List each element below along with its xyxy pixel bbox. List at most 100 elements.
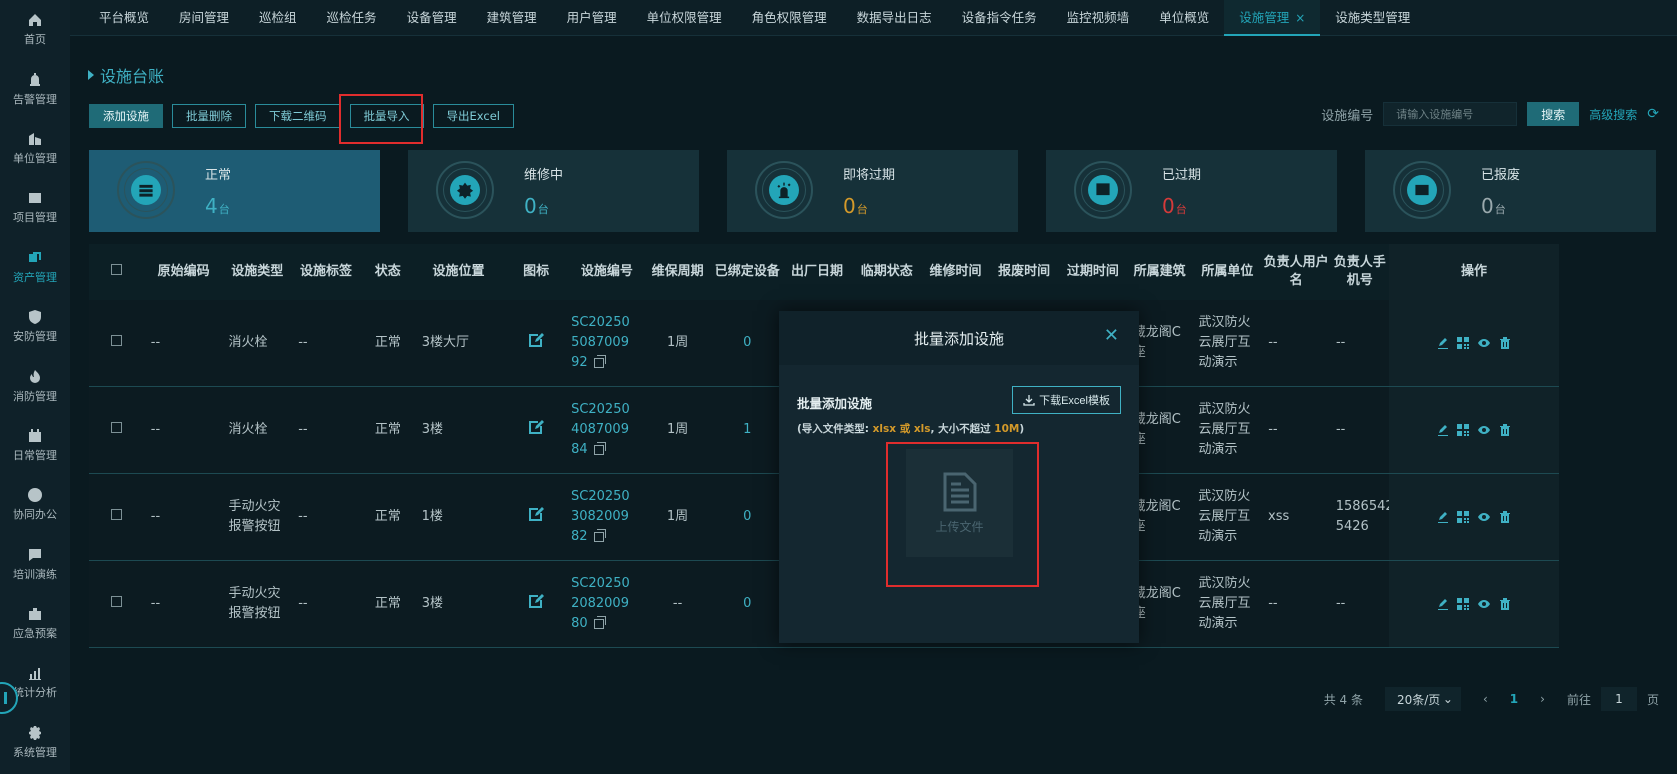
row-checkbox[interactable] [111,596,123,607]
select-all-cell [89,263,145,281]
stat-card-expiring[interactable]: 即将过期 0台 [727,150,1018,232]
location-cell: 1楼 [421,509,443,524]
edit-icon[interactable] [1437,598,1449,610]
tab-item[interactable]: 单位概览 [1144,0,1224,36]
edit-facility-icon[interactable] [527,505,545,523]
stat-expired-icon [1088,175,1118,205]
bound-device-cell[interactable]: 0 [712,333,782,353]
tab-item[interactable]: 设备管理 [392,0,472,36]
sidebar-item-calendar[interactable]: 日常管理 [0,416,70,475]
edit-facility-icon[interactable] [527,418,545,436]
copy-icon[interactable] [593,354,606,368]
tab-item[interactable]: 巡检任务 [312,0,392,36]
column-header: 维修时间 [929,264,982,279]
add-facility-button[interactable]: 添加设施 [89,104,163,128]
sidebar-item-shield[interactable]: 安防管理 [0,297,70,356]
row-checkbox[interactable] [111,422,123,433]
advanced-search-link[interactable]: 高级搜索 [1589,106,1637,123]
tab-item[interactable]: 设备指令任务 [947,0,1052,36]
download-qr-button[interactable]: 下载二维码 [255,104,341,128]
sidebar-item-label: 日常管理 [13,448,57,462]
tab-item[interactable]: 设施类型管理 [1320,0,1425,36]
sidebar-item-alarm[interactable]: 告警管理 [0,59,70,118]
select-all-checkbox[interactable] [111,264,123,275]
qrcode-icon[interactable] [1457,424,1469,436]
stat-icon-ring [1393,161,1451,219]
qrcode-icon[interactable] [1457,337,1469,349]
stat-card-normal[interactable]: 正常 4台 [89,150,380,232]
qrcode-icon[interactable] [1457,598,1469,610]
edit-icon[interactable] [1437,337,1449,349]
tab-item[interactable]: 平台概览 [84,0,164,36]
facility-code-input[interactable] [1383,102,1518,126]
tab-item[interactable]: 监控视频墙 [1052,0,1145,36]
edit-icon[interactable] [1437,424,1449,436]
stat-card-expired[interactable]: 已过期 0台 [1046,150,1337,232]
prev-page-button[interactable]: ‹ [1483,692,1488,706]
facility-type-cell: 消火栓 [228,335,268,350]
tab-item[interactable]: 巡检组 [244,0,312,36]
sidebar-item-project[interactable]: 项目管理 [0,178,70,237]
view-icon[interactable] [1477,337,1491,349]
search-bar: 设施编号 搜索 高级搜索 ⟳ [1321,102,1659,126]
search-button[interactable]: 搜索 [1527,102,1580,126]
tab-close-icon[interactable]: × [1295,11,1305,25]
sidebar-icon-wrap [27,428,43,444]
bound-device-cell[interactable]: 0 [712,594,782,614]
stat-card-scrapped[interactable]: 已报废 0台 [1365,150,1656,232]
tab-item[interactable]: 用户管理 [552,0,632,36]
view-icon[interactable] [1477,598,1491,610]
row-checkbox[interactable] [111,335,123,346]
edit-facility-icon[interactable] [527,592,545,610]
qrcode-icon[interactable] [1457,511,1469,523]
next-page-button[interactable]: › [1540,692,1545,706]
sidebar-item-gear[interactable]: 系统管理 [0,713,70,772]
sidebar-item-fire[interactable]: 消防管理 [0,356,70,415]
delete-icon[interactable] [1499,424,1511,436]
copy-icon[interactable] [593,615,606,629]
row-checkbox[interactable] [111,509,123,520]
sidebar-item-chat[interactable]: 培训演练 [0,535,70,594]
bound-device-cell[interactable]: 0 [712,507,782,527]
copy-icon[interactable] [593,441,606,455]
delete-icon[interactable] [1499,511,1511,523]
facility-tag-cell: -- [298,509,308,524]
owner-user-cell: -- [1268,422,1278,437]
close-icon[interactable]: ✕ [1104,327,1119,345]
delete-icon[interactable] [1499,337,1511,349]
page-title: 设施台账 [88,63,164,87]
tab-item[interactable]: 房间管理 [164,0,244,36]
sidebar-item-circle[interactable]: 协同办公 [0,475,70,534]
tab-item[interactable]: 单位权限管理 [632,0,737,36]
edit-icon[interactable] [1437,511,1449,523]
download-template-button[interactable]: 下载Excel模板 [1012,386,1121,414]
sidebar-item-label: 告警管理 [13,92,57,106]
owner-phone-cell: -- [1335,422,1346,437]
tab-item[interactable]: 建筑管理 [472,0,552,36]
tab-item[interactable]: 设施管理 × [1224,0,1321,36]
row-actions [1389,474,1559,561]
page-size-select[interactable]: 20条/页 ⌄ [1384,687,1461,711]
copy-icon[interactable] [593,528,606,542]
page-number[interactable]: 1 [1510,692,1518,706]
view-icon[interactable] [1477,511,1491,523]
stat-card-repairing[interactable]: 维修中 0台 [408,150,699,232]
project-icon [29,193,41,204]
edit-facility-icon[interactable] [527,331,545,349]
sidebar-item-building[interactable]: 单位管理 [0,119,70,178]
sidebar-item-asset[interactable]: 资产管理 [0,238,70,297]
goto-page-input[interactable]: 1 [1600,687,1637,711]
sidebar-item-home[interactable]: 首页 [0,0,70,59]
tab-item[interactable]: 角色权限管理 [737,0,842,36]
bound-device-cell[interactable]: 1 [712,420,782,440]
refresh-icon[interactable]: ⟳ [1647,106,1659,122]
delete-icon[interactable] [1499,598,1511,610]
sidebar-item-kit[interactable]: 应急预案 [0,594,70,653]
tab-item[interactable]: 数据导出日志 [842,0,947,36]
stat-cards: 正常 4台 维修中 0台 即将过期 0台 已过期 0台 已报废 0台 [89,150,1656,232]
stat-card-value: 0台 [1162,194,1187,218]
batch-delete-button[interactable]: 批量删除 [172,104,246,128]
view-icon[interactable] [1477,424,1491,436]
unit-cell: 武汉防火 云展厅互 动演示 [1198,489,1251,544]
export-excel-button[interactable]: 导出Excel [432,104,514,128]
